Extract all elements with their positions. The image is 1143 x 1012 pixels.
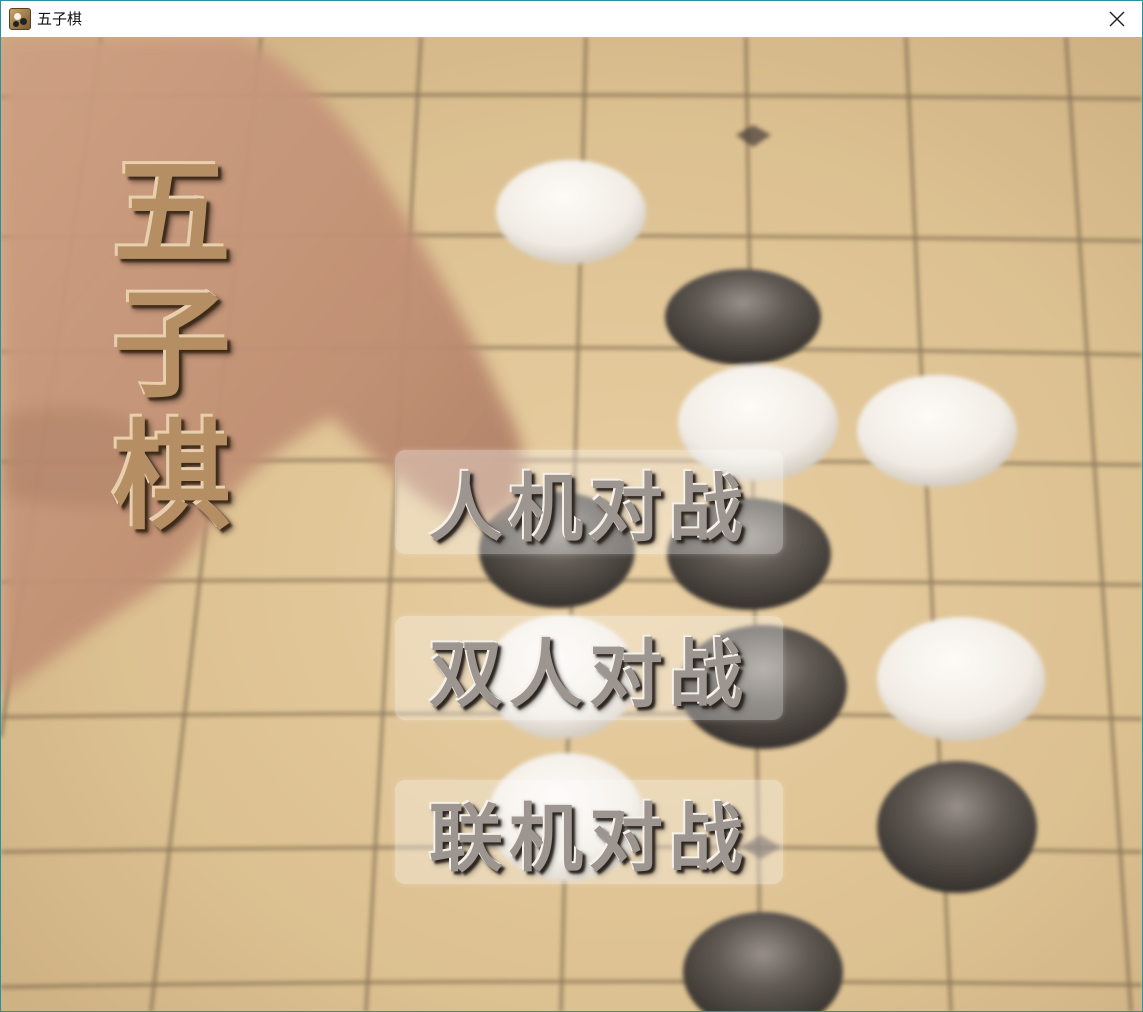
two-player-label: 双人对战 — [429, 634, 749, 717]
game-title-vertical: 五 子 棋 — [97, 149, 247, 545]
close-icon — [1109, 11, 1125, 27]
title-char-3: 棋 — [112, 413, 231, 544]
online-battle-label: 联机对战 — [429, 798, 749, 881]
close-button[interactable] — [1092, 1, 1142, 37]
app-icon — [9, 8, 31, 30]
title-char-1: 五 — [112, 149, 231, 280]
window-title: 五子棋 — [37, 10, 83, 28]
main-menu-screen: 五 子 棋 人机对战 双人对战 联机对战 — [1, 37, 1142, 1011]
vs-computer-button[interactable]: 人机对战 — [395, 450, 783, 554]
game-window: 五子棋 五 子 棋 人机对战 双人对战 联机对战 — [0, 0, 1143, 1012]
title-bar[interactable]: 五子棋 — [1, 1, 1142, 37]
two-player-button[interactable]: 双人对战 — [395, 616, 783, 720]
vs-computer-label: 人机对战 — [429, 468, 749, 551]
title-char-2: 子 — [112, 281, 231, 412]
online-battle-button[interactable]: 联机对战 — [395, 780, 783, 884]
